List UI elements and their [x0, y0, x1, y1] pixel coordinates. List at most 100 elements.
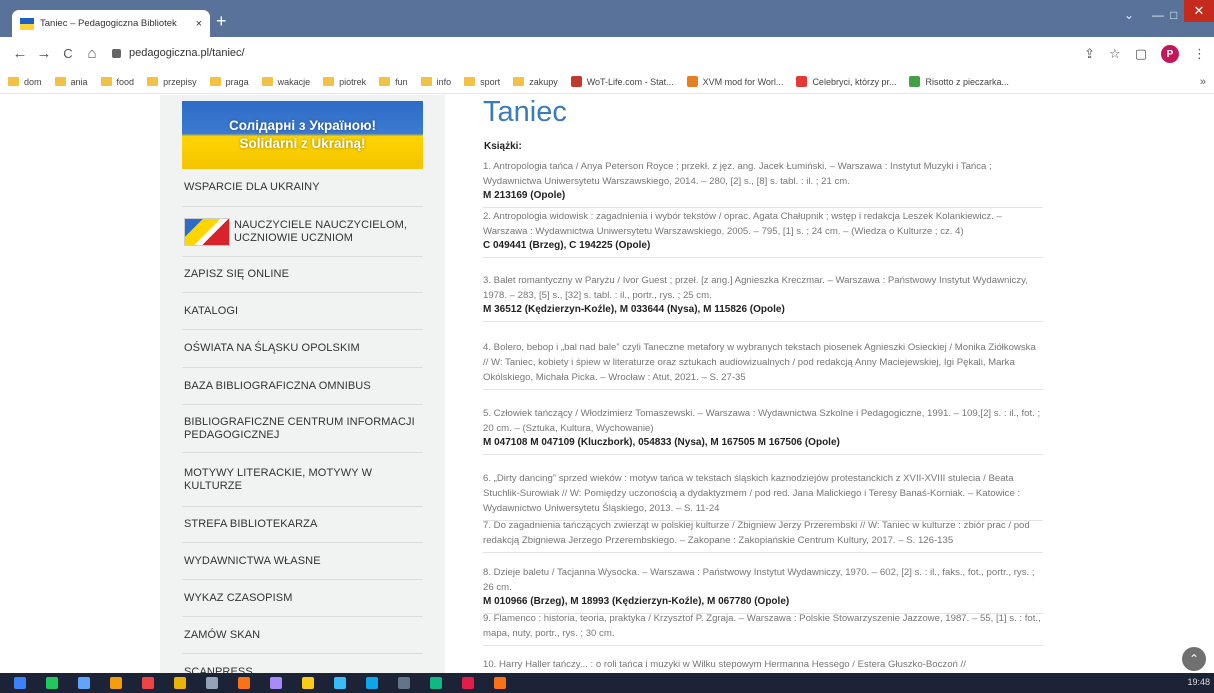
taskbar-app-icon[interactable] [334, 677, 346, 689]
taskbar-app-icon[interactable] [174, 677, 186, 689]
close-window-button[interactable]: ✕ [1184, 0, 1214, 22]
folder-icon [147, 77, 159, 86]
sidebar-menu-item[interactable]: KATALOGI [182, 293, 423, 330]
sidebar-menu-label: ZAPISZ SIĘ ONLINE [184, 268, 290, 280]
sidebar-menu-item[interactable]: STREFA BIBLIOTEKARZA [182, 507, 423, 543]
sidebar-menu-item[interactable]: ZAPISZ SIĘ ONLINE [182, 257, 423, 293]
sidebar-menu-label: OŚWIATA NA ŚLĄSKU OPOLSKIM [184, 342, 360, 354]
bookmark-label: fun [395, 76, 408, 87]
tab-close-icon[interactable]: × [196, 18, 202, 30]
taskbar-app-icon[interactable] [142, 677, 154, 689]
taskbar-app-icon[interactable] [78, 677, 90, 689]
sidebar-menu-item[interactable]: SCANPRESS [182, 654, 423, 674]
taskbar-app-icon[interactable] [366, 677, 378, 689]
tab-search-icon[interactable]: ⌄ [1124, 8, 1134, 22]
bookmark-label: dom [24, 76, 42, 87]
bookmark-item[interactable]: praga [209, 77, 249, 87]
profile-avatar[interactable]: P [1161, 45, 1179, 63]
menu-kebab-icon[interactable]: ⋮ [1193, 46, 1206, 62]
bookmark-item[interactable]: przepisy [147, 77, 197, 87]
sidebar-menu-item[interactable]: WSPARCIE DLA UKRAINY [182, 169, 423, 207]
back-button[interactable]: ← [8, 45, 32, 62]
bookmark-item[interactable]: info [420, 77, 451, 87]
bookmark-item[interactable]: Risotto z pieczarka... [909, 76, 1009, 87]
taskbar-app-icon[interactable] [110, 677, 122, 689]
browser-window: Taniec – Pedagogiczna Bibliotek × + ⌄ — … [0, 0, 1214, 693]
book-entry: 6. „Dirty dancing” sprzed wieków : motyw… [483, 471, 1043, 521]
bookmark-item[interactable]: fun [379, 77, 408, 87]
taskbar-app-icon[interactable] [14, 677, 26, 689]
bookmark-item[interactable]: WoT-Life.com - Stat... [570, 76, 674, 87]
lock-icon[interactable] [112, 48, 121, 58]
book-signature: M 010966 (Brzeg), M 18993 (Kędzierzyn-Ko… [483, 596, 790, 607]
share-icon[interactable]: ⇪ [1084, 46, 1095, 62]
bookmarks-overflow-icon[interactable]: » [1200, 76, 1206, 88]
bookmark-label: przepisy [163, 76, 197, 87]
sidebar-menu-item[interactable]: WYKAZ CZASOPISM [182, 580, 423, 617]
folder-icon [323, 77, 335, 86]
taskbar-app-icon[interactable] [238, 677, 250, 689]
side-panel-icon[interactable]: ▢ [1135, 46, 1147, 62]
taskbar-app-icon[interactable] [430, 677, 442, 689]
tab-taniec[interactable]: Taniec – Pedagogiczna Bibliotek × [12, 10, 210, 37]
book-signature: M 213169 (Opole) [483, 190, 566, 201]
site-favicon-icon [909, 76, 921, 87]
folder-icon [513, 77, 525, 86]
bookmark-label: zakupy [529, 76, 558, 87]
ukraine-solidarity-banner[interactable]: Солідарні з Україною! Solidarni z Ukrain… [182, 101, 423, 169]
bookmark-label: ania [70, 76, 88, 87]
bookmark-item[interactable]: zakupy [513, 77, 558, 87]
sidebar-menu-item[interactable]: OŚWIATA NA ŚLĄSKU OPOLSKIM [182, 330, 423, 368]
bookmark-star-icon[interactable]: ☆ [1109, 46, 1121, 62]
book-description: 4. Bolero, bebop i „bal nad bale” czyli … [483, 342, 1036, 383]
bookmark-item[interactable]: food [100, 77, 134, 87]
taskbar-app-icon[interactable] [46, 677, 58, 689]
scroll-to-top-button[interactable]: ⌃ [1182, 647, 1206, 671]
minimize-button[interactable]: — [1152, 8, 1164, 22]
taskbar-app-icon[interactable] [462, 677, 474, 689]
sidebar-menu-item[interactable]: ZAMÓW SKAN [182, 617, 423, 654]
folder-icon [379, 77, 391, 86]
folder-icon [54, 77, 66, 86]
book-entry: 10. Harry Haller tańczy... : o roli tańc… [483, 657, 1043, 673]
bookmarks-bar: dom ania food przepisy praga wakacje piotrek fu… [0, 70, 1214, 94]
bookmark-item[interactable]: XVM mod for Worl... [686, 76, 784, 87]
book-entry: 1. Antropologia tańca / Anya Peterson Ro… [483, 159, 1043, 208]
book-description: 6. „Dirty dancing” sprzed wieków : motyw… [483, 473, 1021, 514]
taskbar-app-icon[interactable] [270, 677, 282, 689]
web-page: Солідарні з Україною! Solidarni z Ukrain… [0, 95, 1214, 673]
taskbar-app-icon[interactable] [398, 677, 410, 689]
bookmark-item[interactable]: ania [54, 76, 88, 87]
sidebar-menu-item[interactable]: WYDAWNICTWA WŁASNE [182, 543, 423, 580]
sidebar-menu-item[interactable]: NAUCZYCIELE NAUCZYCIELOM, UCZNIOWIE UCZN… [182, 207, 423, 257]
bookmark-label: XVM mod for Worl... [702, 76, 784, 87]
bookmark-label: wakacje [277, 76, 311, 87]
taskbar-app-icon[interactable] [206, 677, 218, 689]
sidebar-menu-item[interactable]: BAZA BIBLIOGRAFICZNA OMNIBUS [182, 368, 423, 405]
new-tab-button[interactable]: + [216, 12, 227, 30]
sidebar-menu-item[interactable]: MOTYWY LITERACKIE, MOTYWY W KULTURZE [182, 453, 423, 507]
clock[interactable]: 19:48 [1187, 677, 1210, 687]
sidebar-menu-label: STREFA BIBLIOTEKARZA [184, 518, 318, 530]
banner-line-ukrainian: Солідарні з Україною! [228, 118, 377, 133]
sidebar-menu-item[interactable]: BIBLIOGRAFICZNE CENTRUM INFORMACJI PEDAG… [182, 405, 423, 453]
reload-button[interactable]: C [56, 46, 80, 61]
bookmark-label: sport [480, 76, 501, 87]
url-text[interactable]: pedagogiczna.pl/taniec/ [129, 47, 245, 59]
home-button[interactable]: ⌂ [80, 45, 104, 62]
forward-button[interactable]: → [32, 45, 56, 62]
browser-toolbar: ← → C ⌂ pedagogiczna.pl/taniec/ ⇪ ☆ ▢ P … [0, 37, 1214, 70]
taskbar-app-icon[interactable] [302, 677, 314, 689]
bookmark-item[interactable]: sport [464, 77, 500, 87]
sidebar-menu-label: KATALOGI [184, 304, 239, 317]
tab-title: Taniec – Pedagogiczna Bibliotek [40, 18, 177, 29]
address-bar[interactable]: pedagogiczna.pl/taniec/ [112, 42, 1112, 64]
bookmark-item[interactable]: Celebryci, którzy pr... [796, 76, 896, 87]
taskbar-app-icon[interactable] [494, 677, 506, 689]
bookmark-item[interactable]: piotrek [323, 77, 366, 87]
bookmark-item[interactable]: wakacje [261, 76, 311, 87]
book-entry: 9. Flamenco : historia, teoria, praktyka… [483, 611, 1043, 646]
maximize-button[interactable]: □ [1170, 8, 1177, 22]
sidebar: Солідарні з Україною! Solidarni z Ukrain… [160, 95, 445, 673]
bookmark-item[interactable]: dom [8, 77, 42, 87]
